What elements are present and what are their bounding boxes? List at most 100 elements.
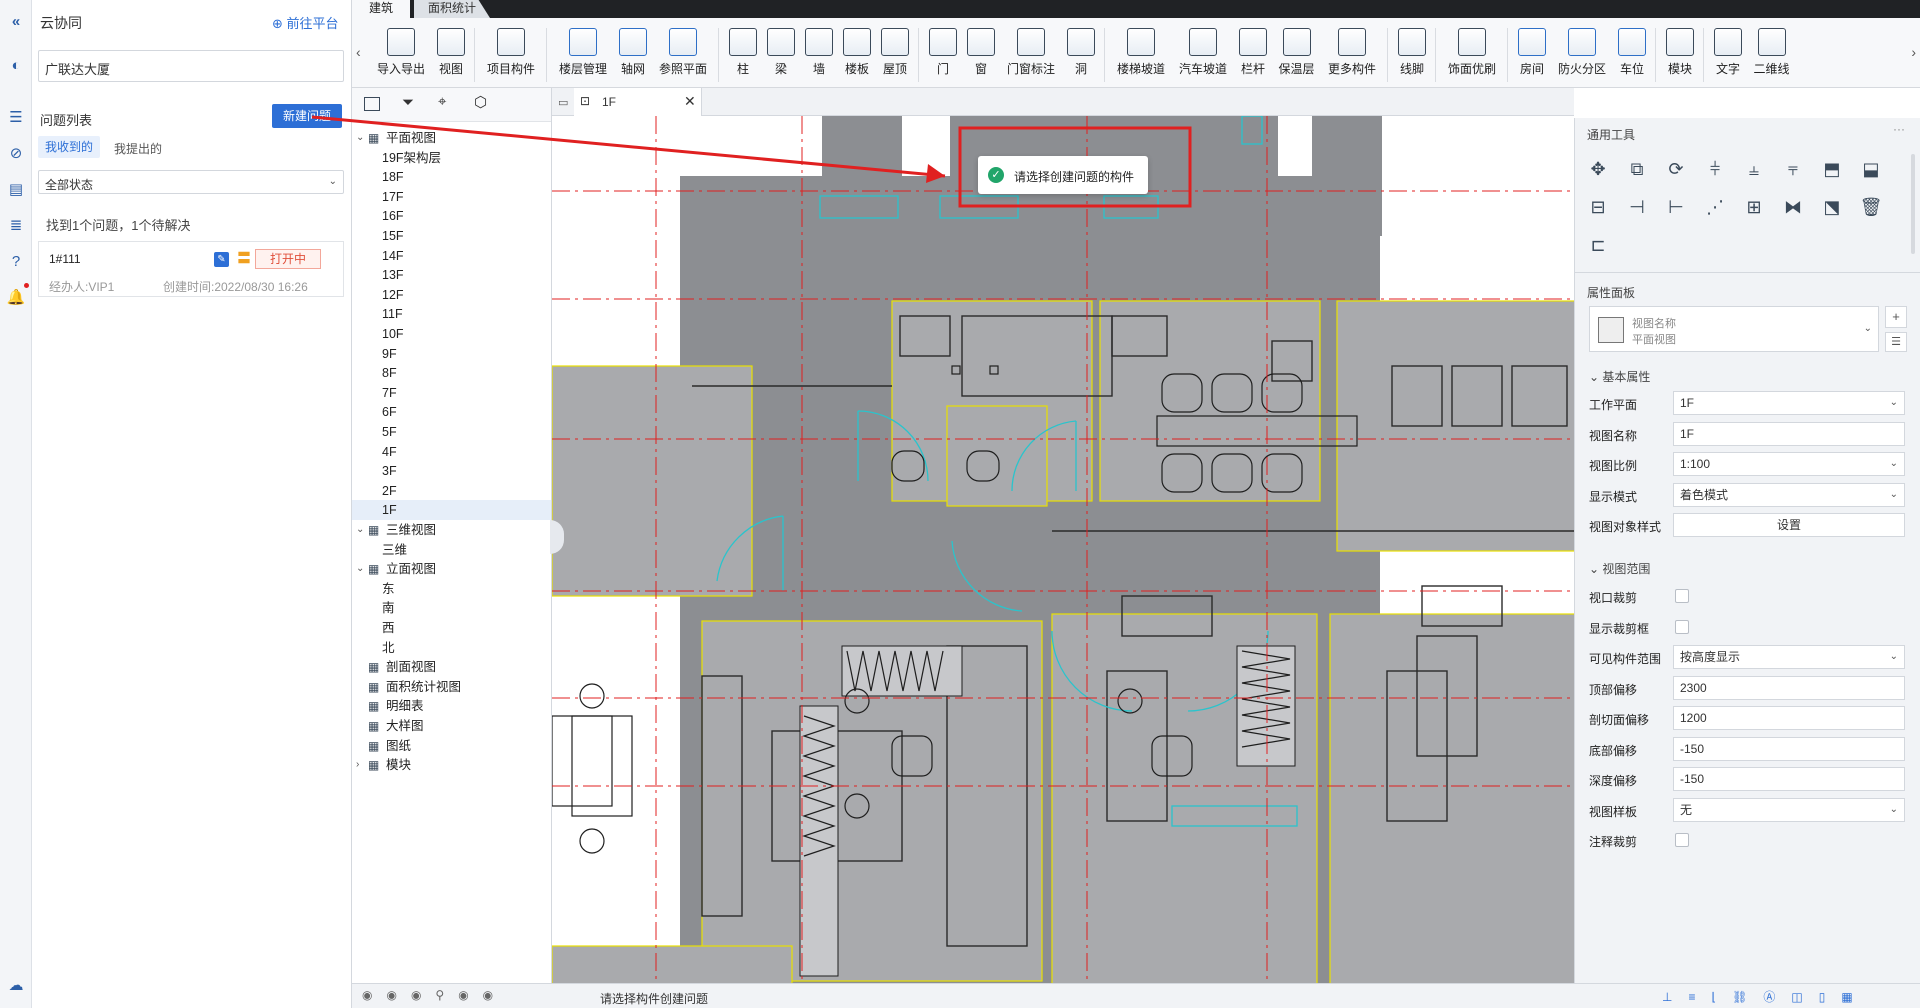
add-icon[interactable]: +: [1885, 306, 1907, 328]
tool-icon[interactable]: ⊞: [1741, 194, 1767, 220]
tree-group[interactable]: ⌄ ▦ 三维视图: [352, 520, 551, 540]
tree-item[interactable]: 4F: [352, 442, 551, 462]
tool-icon[interactable]: ⫧: [1780, 156, 1806, 182]
toolbar-button[interactable]: 线脚: [1395, 25, 1429, 85]
floor-plan-drawing[interactable]: [552, 116, 1574, 983]
property-select[interactable]: 按高度显示 ⌄: [1673, 645, 1905, 669]
tool-icon[interactable]: ⬓: [1858, 156, 1884, 182]
tree-item[interactable]: 19F架构层: [352, 148, 551, 168]
property-input[interactable]: -150: [1673, 736, 1905, 761]
tool-icon[interactable]: ⬔: [1819, 194, 1845, 220]
tree-item[interactable]: 15F: [352, 226, 551, 246]
property-checkbox[interactable]: [1675, 589, 1689, 603]
tool-icon[interactable]: ⬒: [1819, 156, 1845, 182]
location-icon[interactable]: ⌖: [438, 93, 446, 110]
tree-item[interactable]: 西: [352, 618, 551, 638]
cube-icon[interactable]: ⬡: [474, 93, 487, 111]
toolbar-button[interactable]: 轴网: [616, 25, 650, 85]
tree-item[interactable]: 8F: [352, 363, 551, 383]
tree-item[interactable]: 三维: [352, 540, 551, 560]
tree-item[interactable]: 北: [352, 638, 551, 658]
tool-icon[interactable]: ⋰: [1702, 194, 1728, 220]
toolbar-button[interactable]: 项目构件: [482, 25, 540, 85]
scroll-right-icon[interactable]: ›: [1911, 44, 1916, 60]
drawing-canvas[interactable]: ▭ ⊡ 1F ✕: [552, 88, 1574, 983]
status-icons-left[interactable]: ◉◉◉⚲◉◉: [362, 988, 507, 1002]
toolbar-button[interactable]: 屋顶: [878, 25, 912, 85]
tree-group[interactable]: ▦ 明细表: [352, 696, 551, 716]
cloud-upload-icon[interactable]: ☁: [6, 976, 26, 996]
bell-icon[interactable]: 🔔: [6, 288, 26, 308]
toolbar-button[interactable]: 防火分区: [1553, 25, 1611, 85]
tree-group[interactable]: ▦ 图纸: [352, 736, 551, 756]
toolbar-button[interactable]: 窗: [964, 25, 998, 85]
tree-item[interactable]: 13F: [352, 265, 551, 285]
tool-icon[interactable]: ✥: [1585, 156, 1611, 182]
tool-icon[interactable]: ⊢: [1663, 194, 1689, 220]
property-checkbox[interactable]: [1675, 833, 1689, 847]
toolbar-button[interactable]: 参照平面: [654, 25, 712, 85]
toolbar-button[interactable]: 楼层管理: [554, 25, 612, 85]
toolbar-button[interactable]: 更多构件: [1323, 25, 1381, 85]
tree-item[interactable]: 11F: [352, 304, 551, 324]
view-tab-1f[interactable]: ⊡ 1F ✕: [574, 88, 702, 116]
status-icons-right[interactable]: ⊥≡⌊⛓Ⓐ◫▯▦: [1662, 988, 1869, 1005]
tree-item[interactable]: 17F: [352, 187, 551, 207]
property-input[interactable]: 1200: [1673, 706, 1905, 730]
chevron-down-icon[interactable]: ⌄: [356, 559, 364, 579]
edit-icon[interactable]: ✎: [214, 252, 229, 267]
tree-item[interactable]: 14F: [352, 246, 551, 266]
tree-group[interactable]: ▦ 剖面视图: [352, 657, 551, 677]
property-select[interactable]: 1F ⌄: [1673, 391, 1905, 415]
headset-icon[interactable]: ◐: [6, 56, 26, 76]
tree-item[interactable]: 5F: [352, 422, 551, 442]
link-icon[interactable]: ⊘: [6, 144, 26, 164]
toolbar-button[interactable]: 洞: [1064, 25, 1098, 85]
tool-icon[interactable]: ⧉: [1624, 156, 1650, 182]
range-section-heading[interactable]: ⌄ 视图范围: [1589, 560, 1650, 577]
toolbar-button[interactable]: 柱: [726, 25, 760, 85]
issue-card[interactable]: 1#111 ✎ 〓 打开中 经办人:VIP1 创建时间:2022/08/30 1…: [38, 241, 344, 297]
tree-item[interactable]: 1F: [352, 500, 551, 521]
tool-icon[interactable]: ⟳: [1663, 156, 1689, 182]
scroll-left-icon[interactable]: ‹: [356, 44, 361, 60]
tree-group[interactable]: ▦ 面积统计视图: [352, 677, 551, 697]
edit-type-icon[interactable]: ☰: [1885, 332, 1907, 352]
toolbar-button[interactable]: 保温层: [1274, 25, 1319, 85]
tool-icon[interactable]: 🗑: [1858, 194, 1884, 220]
panel-icon[interactable]: [364, 97, 380, 111]
scrollbar[interactable]: [1911, 154, 1915, 254]
property-select[interactable]: 1:100 ⌄: [1673, 452, 1905, 476]
toolbar-button[interactable]: 饰面优刷: [1443, 25, 1501, 85]
new-issue-button[interactable]: 新建问题: [272, 104, 342, 128]
tree-item[interactable]: 3F: [352, 461, 551, 481]
tool-icon[interactable]: ⊟: [1585, 194, 1611, 220]
tab-raised[interactable]: 我提出的: [114, 140, 162, 157]
database-icon[interactable]: ≣: [6, 216, 26, 236]
toolbar-button[interactable]: 楼板: [840, 25, 874, 85]
tree-group[interactable]: ⌄ ▦ 平面视图: [352, 128, 551, 148]
tab-list-icon[interactable]: ▭: [558, 96, 568, 109]
tree-group[interactable]: › ▦ 模块: [352, 755, 551, 775]
tool-icon[interactable]: ⫩: [1702, 156, 1728, 182]
chevron-right-icon[interactable]: ›: [356, 755, 359, 775]
chevron-down-icon[interactable]: ⌄: [356, 128, 364, 148]
toolbar-button[interactable]: 门: [926, 25, 960, 85]
toolbar-button[interactable]: 二维线: [1749, 25, 1794, 85]
close-icon[interactable]: ✕: [684, 93, 696, 110]
tab-received[interactable]: 我收到的: [38, 136, 100, 158]
property-select[interactable]: 着色模式 ⌄: [1673, 482, 1905, 507]
view-type-select[interactable]: 视图名称 平面视图 ⌄: [1589, 306, 1879, 352]
property-input[interactable]: 2300: [1673, 675, 1905, 700]
tree-item[interactable]: 16F: [352, 206, 551, 226]
toolbar-button[interactable]: 模块: [1663, 25, 1697, 85]
toolbar-button[interactable]: 梁: [764, 25, 798, 85]
folder-icon[interactable]: ▤: [6, 180, 26, 200]
more-icon[interactable]: ···: [1893, 122, 1905, 136]
toolbar-button[interactable]: 门窗标注: [1002, 25, 1060, 85]
tree-item[interactable]: 9F: [352, 344, 551, 364]
property-input[interactable]: 1F: [1673, 421, 1905, 446]
tree-group[interactable]: ▦ 大样图: [352, 716, 551, 736]
property-button[interactable]: 设置: [1673, 513, 1905, 537]
ribbon-tab-area-stats[interactable]: 面积统计: [414, 0, 490, 18]
